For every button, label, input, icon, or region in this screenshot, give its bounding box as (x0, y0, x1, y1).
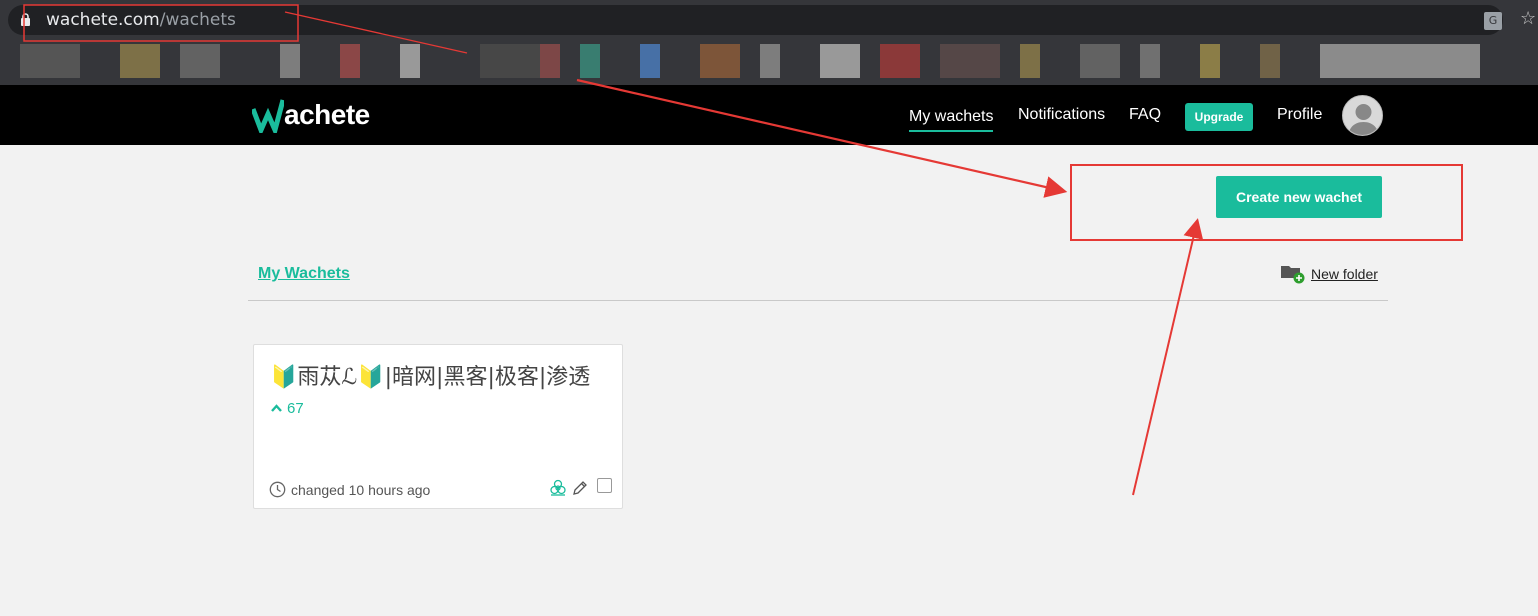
bookmark-item[interactable] (180, 44, 220, 78)
url-host: wachete.com (46, 10, 160, 30)
bookmark-item[interactable] (700, 44, 740, 78)
bookmark-item[interactable] (1020, 44, 1040, 78)
bookmark-item[interactable] (580, 44, 600, 78)
bookmark-item[interactable] (1200, 44, 1220, 78)
section-divider (248, 300, 1388, 301)
wachet-title[interactable]: 🔰雨苁ℒ🔰|暗网|黑客|极客|渗透 (270, 359, 610, 391)
bookmark-item[interactable] (20, 44, 80, 78)
bookmark-item[interactable] (820, 44, 860, 78)
upgrade-button[interactable]: Upgrade (1185, 103, 1253, 131)
bookmark-item[interactable] (880, 44, 920, 78)
bookmark-item[interactable] (940, 44, 1000, 78)
bookmark-item[interactable] (120, 44, 160, 78)
bookmark-star-icon[interactable]: ☆ (1520, 8, 1536, 29)
caret-up-icon (271, 404, 282, 412)
nav-profile[interactable]: Profile (1277, 83, 1322, 143)
my-wachets-title[interactable]: My Wachets (258, 265, 350, 283)
site-header: achete My wachets Notifications FAQ Upgr… (0, 85, 1538, 145)
new-folder-label: New folder (1311, 266, 1378, 282)
bookmarks-bar (0, 40, 1538, 82)
clock-icon (269, 481, 286, 498)
bookmark-item[interactable] (1080, 44, 1120, 78)
new-folder-link[interactable]: New folder (1281, 264, 1378, 284)
translate-icon[interactable]: G (1484, 12, 1502, 30)
wachete-logo[interactable]: achete (252, 95, 370, 135)
pencil-icon[interactable] (571, 479, 589, 497)
url-path: /wachets (159, 10, 236, 30)
folder-add-icon (1281, 266, 1305, 284)
bookmark-item[interactable] (540, 44, 560, 78)
address-bar[interactable]: wachete.com/wachets (8, 5, 1503, 35)
card-footer: changed 10 hours ago (269, 481, 430, 498)
wachet-card[interactable]: 🔰雨苁ℒ🔰|暗网|黑客|极客|渗透 67 changed 10 hours ag… (253, 344, 623, 509)
bookmark-item[interactable] (280, 44, 300, 78)
bookmark-item[interactable] (1260, 44, 1280, 78)
nav-my-wachets[interactable]: My wachets (909, 107, 994, 132)
bookmark-item[interactable] (400, 44, 420, 78)
address-url[interactable]: wachete.com/wachets (46, 10, 236, 30)
brand-name: achete (284, 99, 370, 130)
change-count: 67 (270, 400, 304, 417)
bookmark-item[interactable] (1140, 44, 1160, 78)
nav-faq[interactable]: FAQ (1129, 83, 1161, 143)
logo-w-icon (252, 99, 284, 133)
card-actions (549, 477, 612, 497)
browser-chrome: wachete.com/wachets G ☆ (0, 0, 1538, 85)
select-checkbox[interactable] (597, 477, 612, 493)
user-silhouette-icon (1348, 104, 1379, 135)
bookmark-item[interactable] (340, 44, 360, 78)
bookmark-item[interactable] (1320, 44, 1480, 78)
change-count-value: 67 (287, 400, 304, 417)
bookmark-item[interactable] (640, 44, 660, 78)
lock-icon (21, 13, 30, 26)
biohazard-icon[interactable] (549, 479, 567, 497)
create-new-wachet-button[interactable]: Create new wachet (1216, 176, 1382, 218)
bookmark-item[interactable] (760, 44, 780, 78)
annotation-arrow (1132, 218, 1204, 496)
last-changed-text: changed 10 hours ago (291, 481, 431, 498)
bookmark-item[interactable] (480, 44, 540, 78)
nav-notifications[interactable]: Notifications (1018, 83, 1105, 143)
avatar[interactable] (1342, 95, 1383, 136)
